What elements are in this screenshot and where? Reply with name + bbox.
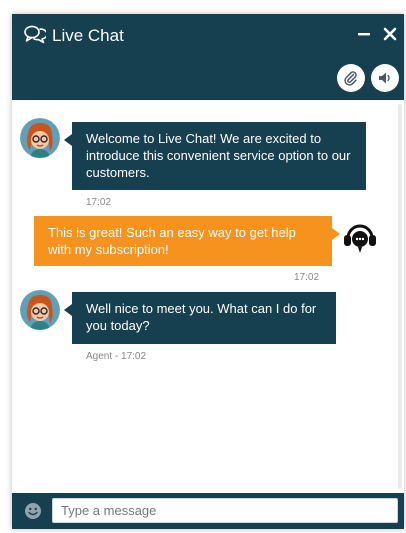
header-title-group: Live Chat bbox=[24, 24, 124, 48]
chat-header: Live Chat bbox=[12, 14, 404, 100]
speaker-icon bbox=[379, 72, 390, 84]
agent-avatar bbox=[20, 118, 60, 158]
message-input[interactable] bbox=[52, 498, 398, 523]
chat-title: Live Chat bbox=[52, 26, 124, 45]
message-text: Welcome to Live Chat! We are excited to … bbox=[86, 131, 351, 180]
live-chat-widget: Live Chat Welcome to Live Chat! We are e… bbox=[12, 14, 404, 529]
message-timestamp: 17:02 bbox=[294, 272, 320, 283]
message-list[interactable]: Welcome to Live Chat! We are excited to … bbox=[12, 100, 404, 493]
agent-message-bubble: Welcome to Live Chat! We are excited to … bbox=[64, 122, 366, 190]
message-text: Well nice to meet you. What can I do for… bbox=[86, 301, 317, 333]
close-icon bbox=[383, 27, 397, 41]
paperclip-icon bbox=[344, 71, 357, 86]
sound-toggle-button[interactable] bbox=[371, 64, 399, 92]
smiley-icon[interactable] bbox=[24, 502, 42, 520]
agent-avatar bbox=[20, 290, 60, 330]
scrollbar[interactable] bbox=[398, 104, 402, 489]
message-composer bbox=[12, 493, 404, 529]
support-headset-icon bbox=[340, 218, 380, 258]
close-button[interactable] bbox=[378, 22, 402, 46]
minimize-button[interactable] bbox=[352, 22, 376, 46]
message-timestamp: Agent - 17:02 bbox=[86, 351, 147, 362]
user-message-bubble: This is great! Such an easy way to get h… bbox=[34, 216, 340, 266]
message-timestamp: 17:02 bbox=[86, 197, 112, 208]
minus-icon bbox=[358, 33, 370, 36]
message-text: This is great! Such an easy way to get h… bbox=[48, 225, 296, 257]
chat-bubbles-icon bbox=[24, 24, 48, 49]
attach-file-button[interactable] bbox=[337, 64, 365, 92]
agent-message-bubble: Well nice to meet you. What can I do for… bbox=[64, 292, 336, 344]
